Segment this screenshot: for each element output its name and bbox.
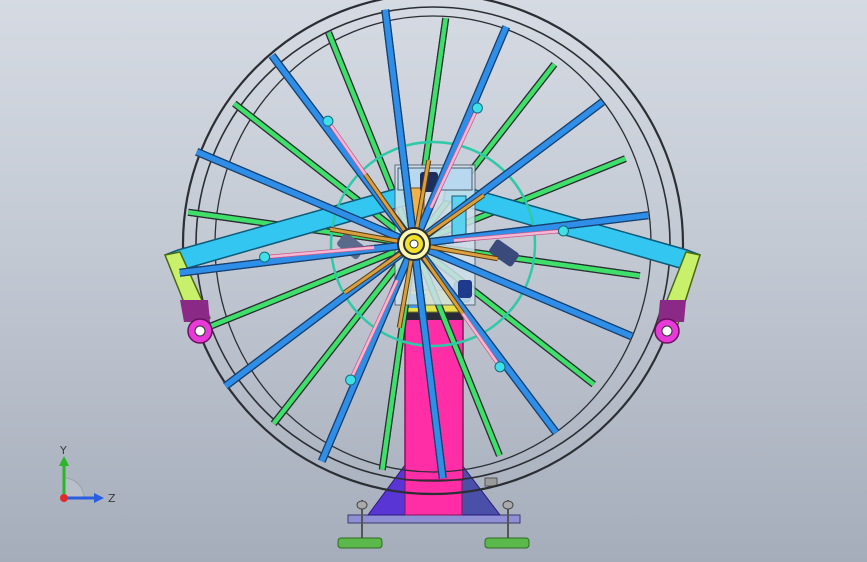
hub[interactable] [397, 227, 431, 261]
hub-bore [409, 239, 419, 249]
coordinate-triad: Y Z [59, 444, 116, 505]
foot-pad-right [484, 537, 530, 549]
rod-ball [471, 102, 483, 114]
foot-nut-right [502, 500, 514, 510]
bearing-left-bore [194, 325, 206, 337]
rod-ball [557, 225, 569, 237]
z-axis-label: Z [108, 492, 116, 505]
cad-viewport[interactable]: Y Z [0, 0, 867, 562]
bearing-right-bore [661, 325, 673, 337]
rod-ball [322, 115, 334, 127]
rod-ball [494, 361, 506, 373]
post-cap [405, 312, 463, 320]
arm-clamp-left [180, 300, 210, 322]
base-block [404, 477, 463, 516]
y-arrow-icon [59, 456, 69, 466]
hub-clamp-bottom [458, 280, 472, 298]
base-bracket [484, 477, 498, 487]
foot-nut-left [356, 500, 368, 510]
rod-ball [259, 251, 271, 263]
triad-quadrant [63, 477, 85, 499]
x-axis-icon [60, 494, 68, 502]
arm-clamp-right [658, 300, 686, 322]
base-plate [347, 514, 521, 524]
y-axis-label: Y [59, 444, 67, 457]
foot-pad-left [337, 537, 383, 549]
ferris-wheel-model[interactable] [0, 0, 867, 562]
hub-clamp-right [489, 239, 519, 267]
z-arrow-icon [94, 493, 104, 503]
rod-ball [345, 374, 357, 386]
